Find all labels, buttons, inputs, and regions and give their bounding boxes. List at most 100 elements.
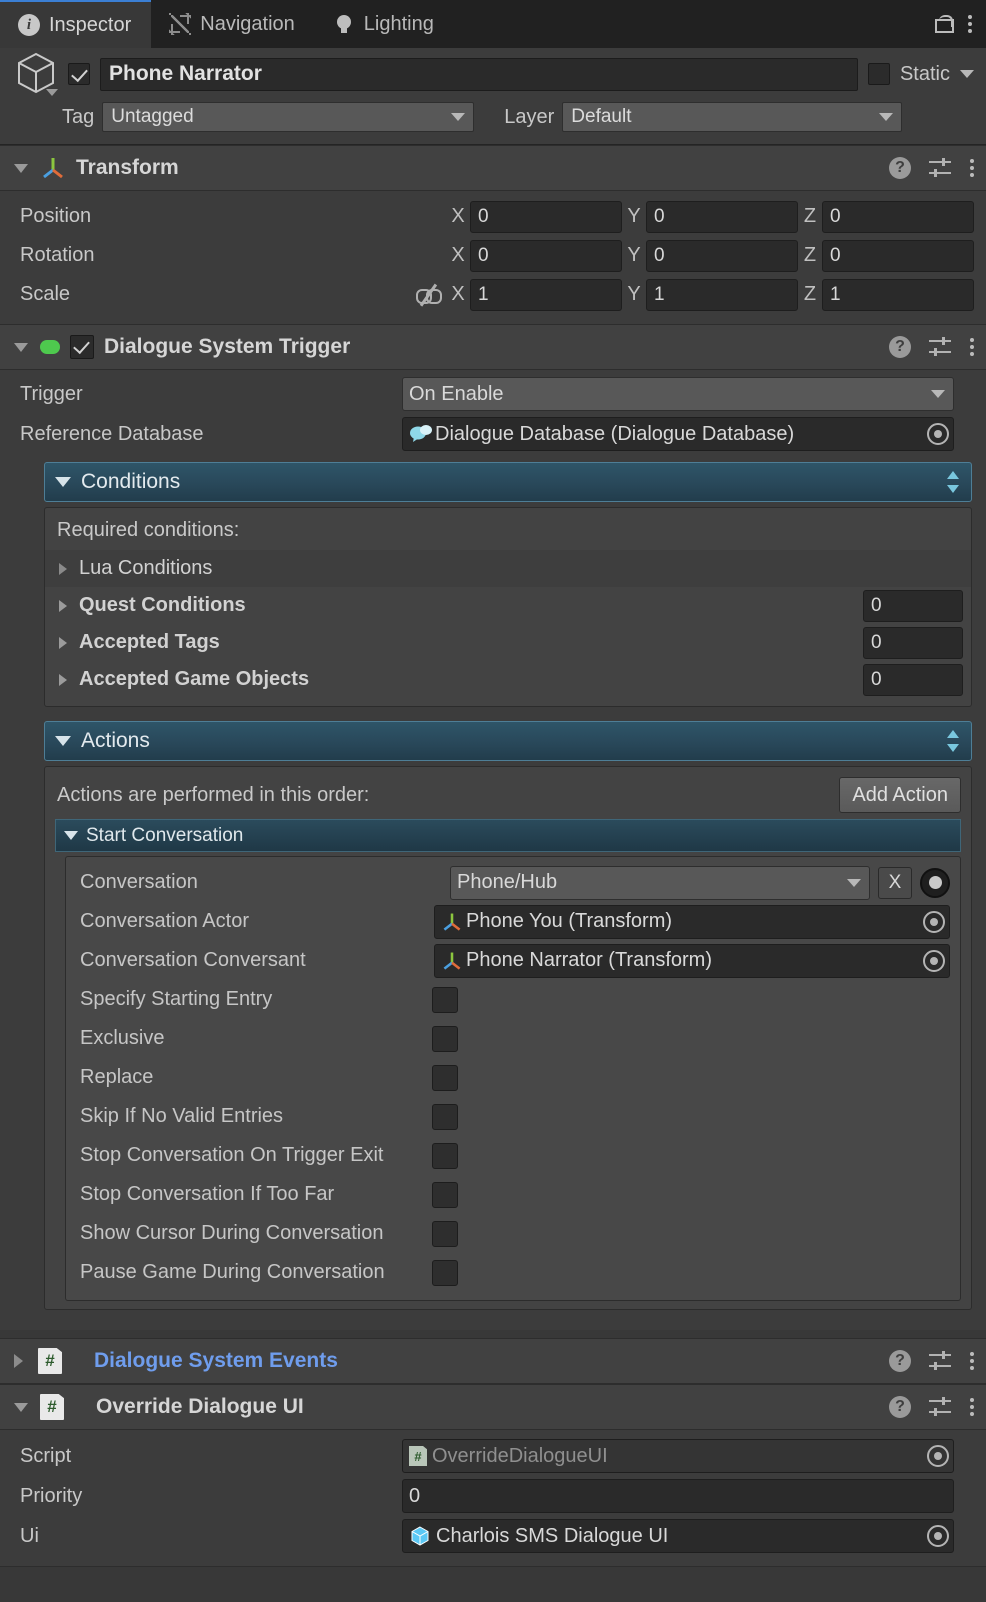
start-conversation-foldout-icon[interactable]: [64, 831, 78, 840]
transform-component-header[interactable]: Transform: [0, 145, 986, 191]
static-checkbox[interactable]: [867, 63, 890, 85]
condition-row-quest[interactable]: Quest Conditions 0: [45, 587, 971, 624]
tag-dropdown[interactable]: Untagged: [102, 102, 475, 132]
scale-z-input[interactable]: 1: [822, 278, 974, 311]
actions-foldout-icon[interactable]: [55, 736, 71, 746]
pause-game-during-conversation-checkbox[interactable]: [432, 1259, 458, 1286]
tag-label: Tag: [62, 105, 95, 128]
position-z-input[interactable]: 0: [822, 200, 974, 233]
condition-row-accepted-tags[interactable]: Accepted Tags 0: [45, 624, 971, 661]
conditions-section-header[interactable]: Conditions: [44, 462, 972, 502]
trigger-value: On Enable: [409, 382, 504, 405]
position-y-input[interactable]: 0: [646, 200, 798, 233]
preset-icon[interactable]: [929, 158, 951, 178]
clear-conversation-button[interactable]: X: [878, 866, 912, 899]
unlocked-padlock-icon[interactable]: [935, 15, 954, 33]
dialogue-system-trigger-header[interactable]: Dialogue System Trigger: [0, 324, 986, 370]
chevron-down-icon: [931, 390, 945, 398]
conversation-conversant-field[interactable]: Phone Narrator (Transform): [434, 943, 950, 978]
priority-input[interactable]: 0: [402, 1479, 954, 1513]
actions-title: Actions: [81, 729, 150, 752]
override-dialogue-ui-header[interactable]: Override Dialogue UI: [0, 1384, 986, 1430]
conversation-picker-icon[interactable]: [920, 867, 950, 898]
stop-conversation-if-too-far-checkbox[interactable]: [432, 1181, 458, 1208]
condition-row-lua[interactable]: Lua Conditions: [45, 550, 971, 587]
reorder-handle-icon[interactable]: [945, 728, 961, 754]
accepted-game-objects-count[interactable]: 0: [863, 663, 963, 696]
replace-checkbox[interactable]: [432, 1064, 458, 1091]
lightbulb-icon: [333, 13, 355, 35]
object-picker-icon[interactable]: [923, 949, 945, 972]
show-cursor-during-conversation-checkbox[interactable]: [432, 1220, 458, 1247]
transform-body: Position X 0 Y 0 Z 0 Rotation X 0 Y 0 Z …: [0, 191, 986, 324]
actions-section-header[interactable]: Actions: [44, 721, 972, 761]
layer-dropdown[interactable]: Default: [562, 102, 903, 132]
component-menu-icon[interactable]: [969, 1352, 974, 1370]
gameobject-enabled-checkbox[interactable]: [68, 63, 90, 85]
add-action-button[interactable]: Add Action: [839, 777, 961, 813]
component-menu-icon[interactable]: [969, 159, 974, 177]
rotation-y-input[interactable]: 0: [646, 239, 798, 272]
stop-conversation-on-trigger-exit-checkbox[interactable]: [432, 1142, 458, 1169]
override-dialogue-ui-foldout-icon[interactable]: [14, 1402, 28, 1412]
axis-z-label: Z: [803, 244, 817, 266]
tab-inspector[interactable]: Inspector: [0, 0, 152, 48]
chevron-right-icon[interactable]: [59, 599, 69, 612]
chevron-right-icon[interactable]: [59, 562, 69, 575]
scale-x-input[interactable]: 1: [470, 278, 622, 311]
component-menu-icon[interactable]: [969, 1398, 974, 1416]
kebab-menu-icon[interactable]: [967, 15, 972, 33]
rotation-z-input[interactable]: 0: [822, 239, 974, 272]
reorder-handle-icon[interactable]: [945, 469, 961, 495]
conversation-dropdown[interactable]: Phone/Hub: [450, 865, 870, 900]
chevron-down-icon: [847, 878, 861, 887]
dst-foldout-icon[interactable]: [14, 342, 28, 352]
help-icon[interactable]: [889, 336, 911, 358]
conditions-foldout-icon[interactable]: [55, 477, 71, 487]
chevron-right-icon[interactable]: [59, 636, 69, 649]
scale-y-input[interactable]: 1: [646, 278, 798, 311]
dst-enabled-checkbox[interactable]: [70, 335, 94, 359]
skip-if-no-valid-entries-checkbox[interactable]: [432, 1103, 458, 1130]
condition-row-accepted-game-objects[interactable]: Accepted Game Objects 0: [45, 661, 971, 698]
reference-database-label: Reference Database: [20, 422, 204, 445]
specify-starting-entry-checkbox[interactable]: [432, 986, 458, 1013]
inspector-window: Inspector Navigation Lighting: [0, 0, 986, 1602]
transform-foldout-icon[interactable]: [14, 163, 28, 173]
tab-navigation[interactable]: Navigation: [151, 0, 315, 48]
conversation-actor-field[interactable]: Phone You (Transform): [434, 904, 950, 939]
exclusive-checkbox[interactable]: [432, 1025, 458, 1052]
scale-label: Scale: [20, 283, 71, 305]
help-icon[interactable]: [889, 157, 911, 179]
dialogue-system-events-foldout-icon[interactable]: [14, 1354, 26, 1368]
preset-icon[interactable]: [929, 337, 951, 357]
ui-field[interactable]: Charlois SMS Dialogue UI: [402, 1519, 954, 1553]
dialogue-system-events-title[interactable]: Dialogue System Events: [94, 1349, 338, 1373]
broken-link-icon[interactable]: [416, 283, 442, 306]
replace-row: Replace: [66, 1058, 960, 1097]
rotation-x-input[interactable]: 0: [470, 239, 622, 272]
reference-database-field[interactable]: Dialogue Database (Dialogue Database): [402, 417, 954, 451]
static-dropdown-caret-icon[interactable]: [960, 70, 974, 78]
preset-icon[interactable]: [929, 1351, 951, 1371]
chevron-right-icon[interactable]: [59, 673, 69, 686]
show-cursor-during-conversation-row: Show Cursor During Conversation: [66, 1214, 960, 1253]
object-picker-icon[interactable]: [923, 910, 945, 933]
trigger-label: Trigger: [20, 382, 83, 405]
quest-conditions-count[interactable]: 0: [863, 589, 963, 622]
gameobject-header: Phone Narrator Static Tag Untagged Layer…: [0, 48, 986, 145]
component-menu-icon[interactable]: [969, 338, 974, 356]
help-icon[interactable]: [889, 1396, 911, 1418]
cube-dropdown-caret-icon[interactable]: [46, 89, 58, 96]
preset-icon[interactable]: [929, 1397, 951, 1417]
position-x-input[interactable]: 0: [470, 200, 622, 233]
accepted-tags-count[interactable]: 0: [863, 626, 963, 659]
help-icon[interactable]: [889, 1350, 911, 1372]
object-picker-icon[interactable]: [927, 423, 949, 445]
trigger-dropdown[interactable]: On Enable: [402, 377, 954, 411]
dialogue-system-events-header[interactable]: Dialogue System Events: [0, 1338, 986, 1384]
object-picker-icon[interactable]: [927, 1525, 949, 1547]
start-conversation-header[interactable]: Start Conversation: [55, 819, 961, 852]
gameobject-name-input[interactable]: Phone Narrator: [100, 57, 858, 91]
tab-lighting[interactable]: Lighting: [315, 0, 454, 48]
